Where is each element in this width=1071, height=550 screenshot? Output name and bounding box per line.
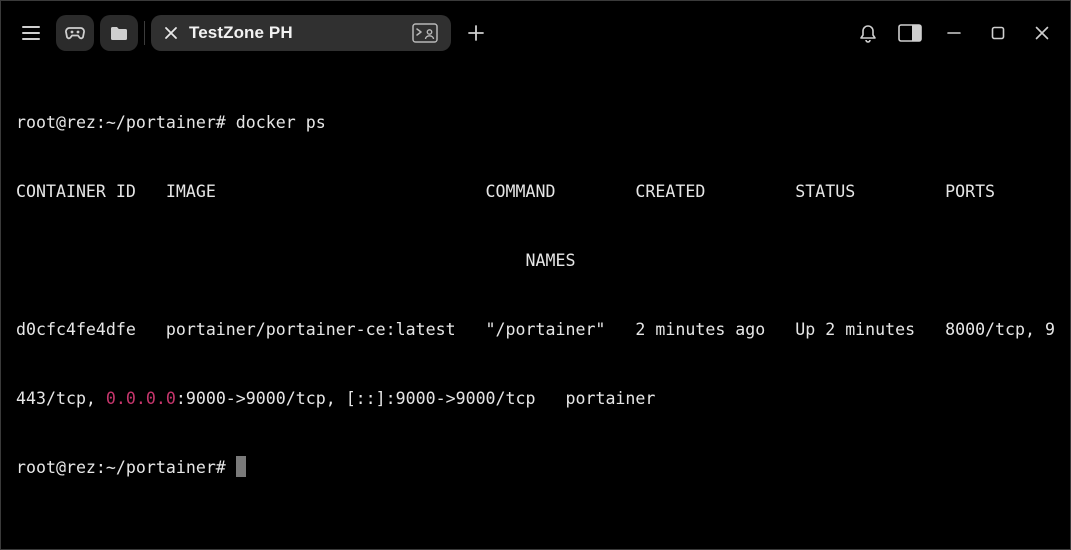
final-prompt-line: root@rez:~/portainer# bbox=[16, 456, 1055, 479]
hamburger-menu-icon bbox=[22, 26, 40, 40]
maximize-icon bbox=[991, 26, 1005, 40]
table-header-wrap: NAMES bbox=[16, 251, 576, 270]
prompt: root@rez:~/portainer# bbox=[16, 458, 236, 477]
terminal-icon bbox=[412, 23, 438, 43]
table-row: d0cfc4fe4dfe portainer/portainer-ce:late… bbox=[16, 320, 1055, 339]
text-cursor bbox=[235, 456, 246, 477]
close-icon bbox=[165, 27, 177, 39]
row-wrap-end: :9000->9000/tcp, [::]:9000->9000/tcp por… bbox=[175, 389, 656, 408]
title-bar: TestZone PH bbox=[1, 1, 1070, 65]
close-icon bbox=[1035, 26, 1049, 40]
minimize-button[interactable] bbox=[939, 15, 969, 51]
side-panel-button[interactable] bbox=[895, 15, 925, 51]
prompt: root@rez:~/portainer# bbox=[16, 113, 236, 132]
row-wrap-start: 443/tcp, bbox=[16, 389, 106, 408]
toolbar-divider bbox=[144, 21, 145, 45]
tab-close-button[interactable] bbox=[161, 23, 181, 43]
close-window-button[interactable] bbox=[1027, 15, 1057, 51]
tab-title: TestZone PH bbox=[189, 23, 293, 42]
command: docker ps bbox=[235, 113, 326, 132]
tab-terminal-indicator bbox=[411, 22, 439, 44]
terminal-window: TestZone PH root@rez:~/portainer# docker… bbox=[0, 0, 1071, 550]
new-tab-button[interactable] bbox=[461, 15, 491, 51]
tab-testzone-ph[interactable]: TestZone PH bbox=[151, 15, 451, 51]
ip-address: 0.0.0.0 bbox=[105, 389, 176, 408]
menu-button[interactable] bbox=[13, 15, 49, 51]
minimize-icon bbox=[947, 32, 961, 34]
terminal-text: root@rez:~/portainer# docker ps CONTAINE… bbox=[16, 65, 1055, 525]
terminal-output[interactable]: root@rez:~/portainer# docker ps CONTAINE… bbox=[1, 65, 1070, 549]
maximize-button[interactable] bbox=[983, 15, 1013, 51]
bell-icon bbox=[860, 24, 876, 43]
command-line: root@rez:~/portainer# docker ps bbox=[16, 111, 1055, 134]
notifications-button[interactable] bbox=[853, 15, 883, 51]
game-button[interactable] bbox=[56, 15, 94, 51]
side-panel-icon bbox=[898, 24, 922, 42]
plus-icon bbox=[468, 25, 484, 41]
table-row-wrap: 443/tcp, 0.0.0.0:9000->9000/tcp, [::]:90… bbox=[16, 387, 1055, 410]
folder-button[interactable] bbox=[100, 15, 138, 51]
table-header: CONTAINER ID IMAGE COMMAND CREATED STATU… bbox=[16, 182, 996, 201]
folder-icon bbox=[111, 26, 127, 40]
gamepad-icon bbox=[65, 27, 85, 40]
